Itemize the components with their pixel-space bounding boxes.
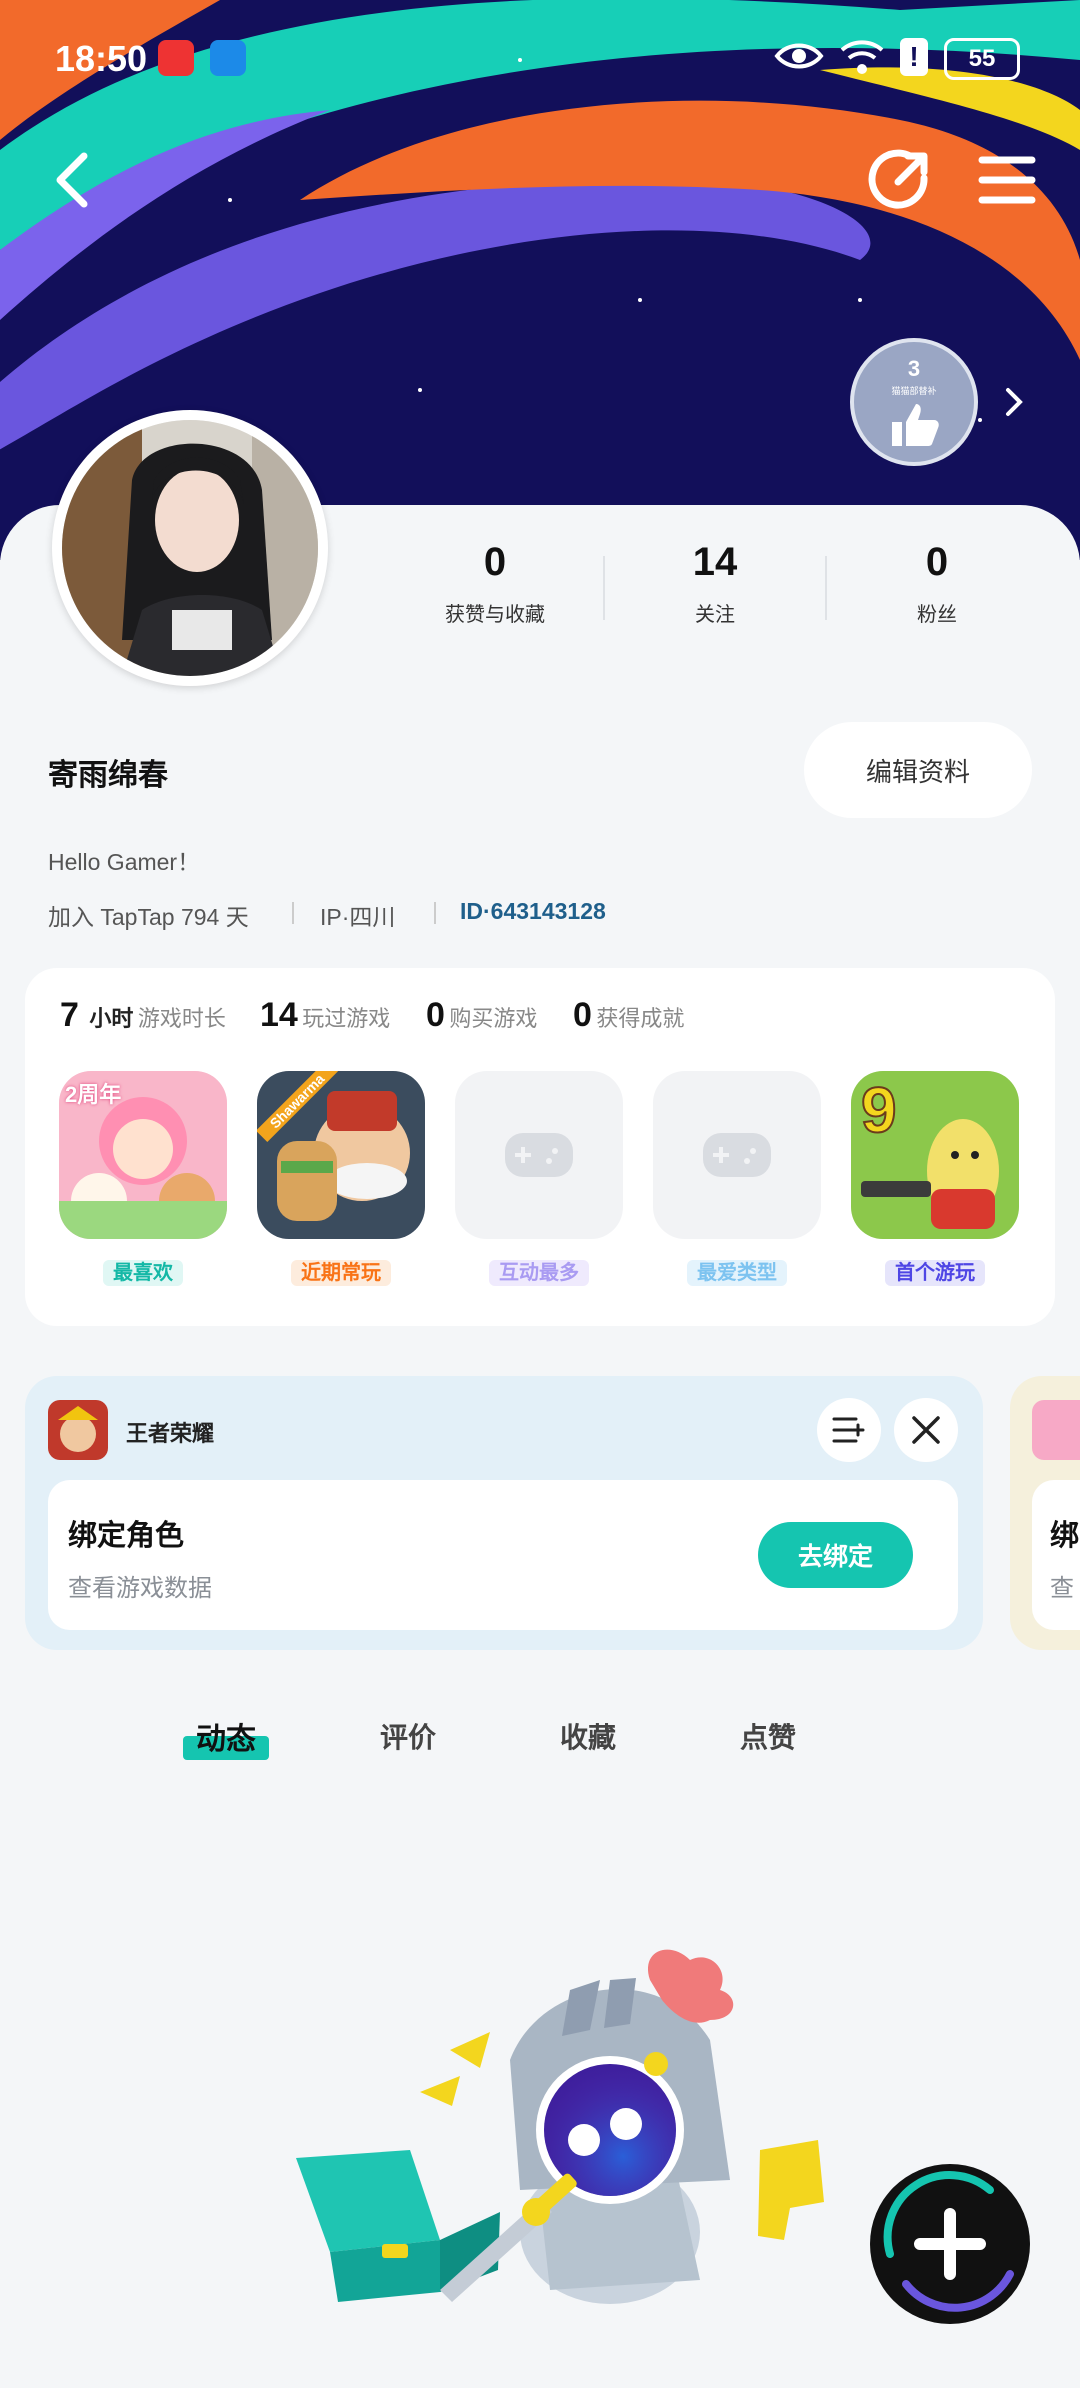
profile-name: 寄雨绵春	[48, 759, 168, 792]
avatar[interactable]	[62, 420, 318, 676]
menu-icon[interactable]	[978, 154, 1036, 206]
stat-divider	[825, 556, 827, 620]
game-icon-peek	[1032, 1400, 1080, 1460]
game-big-number: 9	[860, 1073, 898, 1147]
game-art-icon	[48, 1400, 108, 1460]
eye-icon	[774, 43, 824, 69]
controller-icon	[703, 1133, 771, 1177]
tag-interactive: 互动最多	[489, 1260, 589, 1286]
game-hours: 7 小时 游戏时长	[60, 996, 226, 1035]
badge-medal[interactable]: 3 猫猫部替补	[850, 338, 978, 466]
wifi-icon	[840, 40, 884, 74]
stat-likes-value: 0	[483, 540, 507, 584]
game-tile-favorite[interactable]: 2周年	[59, 1071, 227, 1239]
stat-following-label[interactable]: 关注	[630, 598, 800, 627]
tab-likes[interactable]: 点赞	[740, 1716, 796, 1756]
game-art-icon	[257, 1071, 425, 1239]
game-tile-genre[interactable]	[653, 1071, 821, 1239]
tab-feed[interactable]: 动态	[196, 1714, 256, 1758]
empty-state-knight-illustration	[296, 1949, 824, 2304]
bind-title: 绑定角色	[68, 1520, 185, 1552]
game-tile-interactive[interactable]	[455, 1071, 623, 1239]
tag-recent: 近期常玩	[291, 1260, 391, 1286]
profile-id[interactable]: ID·643143128	[460, 898, 606, 925]
game-hours-value: 7	[60, 996, 79, 1034]
stat-followers-label[interactable]: 粉丝	[852, 598, 1022, 627]
peek-title: 绑	[1050, 1520, 1080, 1552]
tab-reviews[interactable]: 评价	[380, 1716, 436, 1756]
chevron-right-icon[interactable]	[1000, 386, 1028, 418]
meta-divider	[292, 902, 294, 924]
close-card-button[interactable]	[894, 1398, 958, 1462]
games-played: 14 玩过游戏	[260, 996, 390, 1035]
tag-genre: 最爱类型	[687, 1260, 787, 1286]
achievements: 0 获得成就	[573, 996, 684, 1035]
badge-count: 3	[907, 356, 921, 381]
filter-button[interactable]	[817, 1398, 881, 1462]
controller-icon	[505, 1133, 573, 1177]
avatar-photo	[62, 420, 318, 676]
games-bought: 0 购买游戏	[426, 996, 537, 1035]
badge-text: 猫猫部替补	[891, 386, 937, 396]
games-bought-label: 购买游戏	[449, 1006, 538, 1031]
edit-profile-button[interactable]: 编辑资料	[804, 722, 1032, 818]
thumbs-up-icon	[892, 404, 939, 446]
game-tile-recent[interactable]: Shawarma	[257, 1071, 425, 1239]
stat-following-value: 14	[692, 540, 738, 584]
meta-divider	[434, 902, 436, 924]
peek-subtitle: 查	[1050, 1575, 1074, 1602]
share-icon[interactable]	[868, 148, 932, 212]
status-time: 18:50	[55, 38, 148, 79]
game-hours-label: 游戏时长	[137, 1006, 226, 1031]
achievements-value: 0	[573, 996, 592, 1034]
profile-bio: Hello Gamer！	[48, 849, 201, 875]
achievements-label: 获得成就	[596, 1006, 685, 1031]
stat-followers-value: 0	[925, 540, 949, 584]
plus-icon	[883, 2171, 1014, 2312]
game-tile-first[interactable]: 9	[851, 1071, 1019, 1239]
anniversary-label: 2周年	[65, 1082, 122, 1107]
game-hours-unit: 小时	[89, 1006, 134, 1031]
huawei-app-icon	[158, 40, 194, 76]
tab-favorites[interactable]: 收藏	[560, 1716, 616, 1756]
game-name: 王者荣耀	[126, 1421, 215, 1446]
close-icon	[912, 1416, 940, 1444]
stat-likes-label[interactable]: 获赞与收藏	[410, 598, 580, 627]
profile-ip: IP·四川	[320, 904, 396, 930]
stat-divider	[603, 556, 605, 620]
game-icon-wzry	[48, 1400, 108, 1460]
filter-icon	[832, 1417, 865, 1443]
tag-favorite: 最喜欢	[103, 1260, 183, 1286]
battery-indicator: 55	[944, 38, 1020, 80]
bind-button[interactable]: 去绑定	[758, 1522, 913, 1588]
games-played-label: 玩过游戏	[302, 1006, 391, 1031]
back-arrow-icon[interactable]	[50, 150, 94, 210]
peek-panel	[1032, 1480, 1080, 1630]
profile-joined: 加入 TapTap 794 天	[48, 904, 249, 930]
games-bought-value: 0	[426, 996, 445, 1034]
tplink-app-icon	[210, 40, 246, 76]
bind-subtitle: 查看游戏数据	[68, 1575, 212, 1602]
alert-icon: !	[900, 38, 928, 76]
create-post-button[interactable]	[870, 2164, 1030, 2324]
tag-first: 首个游玩	[885, 1260, 985, 1286]
games-played-value: 14	[260, 996, 298, 1034]
